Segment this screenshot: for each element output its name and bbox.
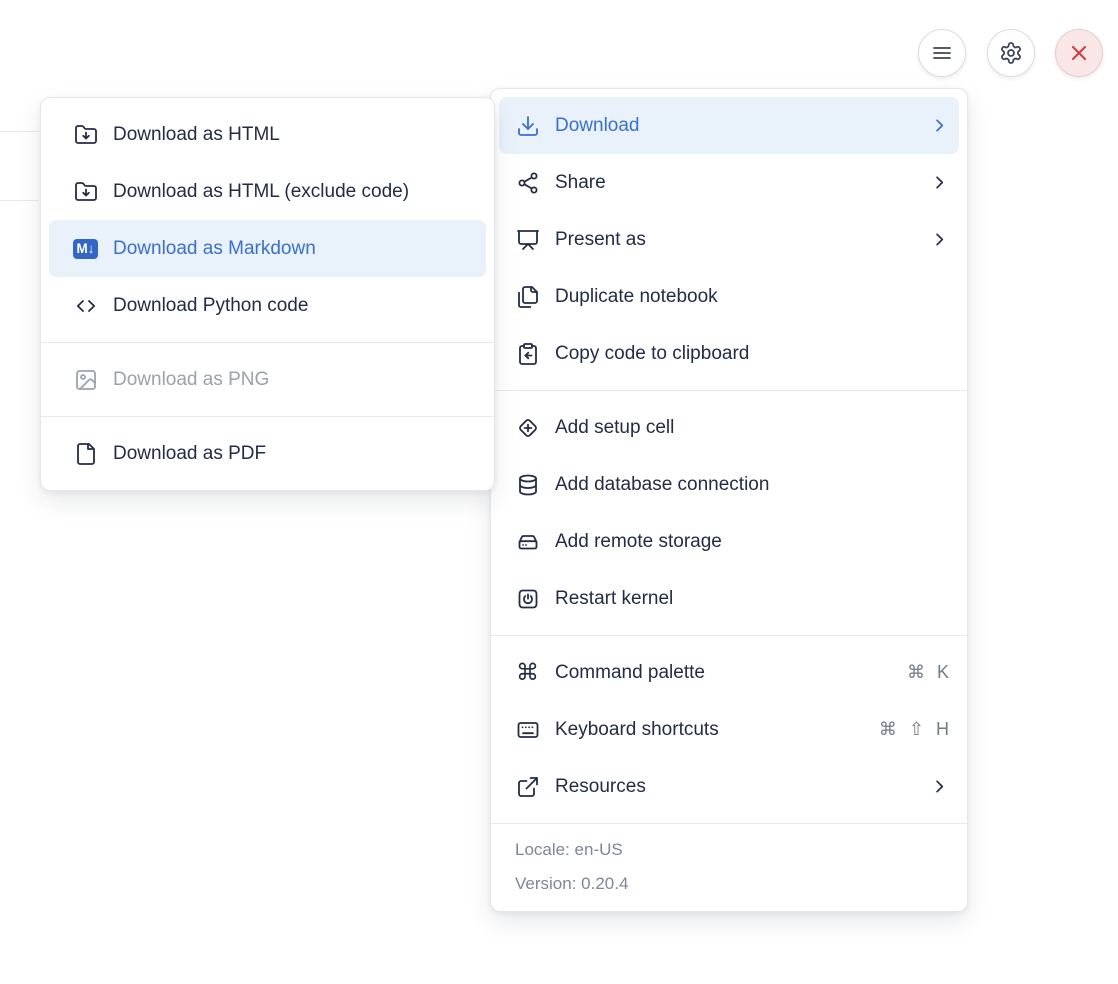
menu-item-label: Download as Markdown [113, 238, 476, 260]
keyboard-icon [515, 717, 540, 742]
menu-item-share[interactable]: Share [491, 154, 967, 211]
chevron-right-icon [930, 230, 949, 249]
hamburger-icon [930, 41, 954, 65]
shortcut-hint: ⌘ K [907, 662, 949, 683]
image-icon [73, 367, 98, 392]
menu-item-add-remote-storage[interactable]: Add remote storage [491, 513, 967, 570]
menu-item-label: Add remote storage [555, 531, 949, 553]
menu-item-label: Download as HTML (exclude code) [113, 181, 476, 203]
menu-item-label: Download as HTML [113, 124, 476, 146]
menu-item-download-python-code[interactable]: Download Python code [41, 277, 494, 334]
notebook-menu-button[interactable] [918, 29, 966, 77]
menu-item-label: Add database connection [555, 474, 949, 496]
menu-item-download-as-markdown[interactable]: M↓ Download as Markdown [49, 220, 486, 277]
notebook-actions-menu: Download Share Present as Duplicate noteboo… [490, 88, 968, 912]
menu-item-download-as-pdf[interactable]: Download as PDF [41, 425, 494, 482]
menu-item-label: Download Python code [113, 295, 476, 317]
command-icon: ⌘ [515, 660, 540, 685]
settings-button[interactable] [987, 29, 1035, 77]
hard-drive-icon [515, 529, 540, 554]
database-icon [515, 472, 540, 497]
menu-divider [41, 342, 494, 343]
menu-item-download-as-html[interactable]: Download as HTML [41, 106, 494, 163]
close-icon [1067, 41, 1091, 65]
menu-item-label: Download as PDF [113, 443, 476, 465]
menu-item-label: Duplicate notebook [555, 286, 949, 308]
menu-item-duplicate-notebook[interactable]: Duplicate notebook [491, 268, 967, 325]
markdown-badge-icon: M↓ [73, 236, 98, 261]
menu-divider [491, 635, 967, 636]
footer-version: Version: 0.20.4 [515, 867, 943, 901]
menu-item-restart-kernel[interactable]: Restart kernel [491, 570, 967, 627]
menu-item-label: Resources [555, 776, 915, 798]
menu-item-download-as-png: Download as PNG [41, 351, 494, 408]
menu-item-label: Command palette [555, 662, 892, 684]
chevron-right-icon [930, 173, 949, 192]
menu-item-present-as[interactable]: Present as [491, 211, 967, 268]
code-icon [73, 293, 98, 318]
share-icon [515, 170, 540, 195]
shutdown-button[interactable] [1055, 29, 1103, 77]
menu-item-label: Download [555, 115, 915, 137]
footer-locale: Locale: en-US [515, 833, 943, 867]
file-icon [73, 441, 98, 466]
files-icon [515, 284, 540, 309]
markdown-badge-icon: M↓ [73, 239, 98, 259]
presentation-icon [515, 227, 540, 252]
menu-item-label: Add setup cell [555, 417, 949, 439]
menu-item-label: Keyboard shortcuts [555, 719, 864, 741]
menu-item-download[interactable]: Download [499, 97, 959, 154]
clipboard-copy-icon [515, 341, 540, 366]
menu-footer: Locale: en-USVersion: 0.20.4 [491, 823, 967, 903]
command-icon: ⌘ [516, 661, 539, 684]
download-submenu: Download as HTML Download as HTML (exclud… [40, 97, 495, 491]
download-icon [515, 113, 540, 138]
menu-item-download-as-html-exclude-code[interactable]: Download as HTML (exclude code) [41, 163, 494, 220]
folder-download-icon [73, 122, 98, 147]
page-divider-line [0, 200, 39, 201]
menu-item-command-palette[interactable]: ⌘ Command palette ⌘ K [491, 644, 967, 701]
menu-divider [41, 416, 494, 417]
chevron-right-icon [930, 777, 949, 796]
page-divider-line [0, 131, 39, 132]
folder-download-icon [73, 179, 98, 204]
power-square-icon [515, 586, 540, 611]
menu-item-resources[interactable]: Resources [491, 758, 967, 815]
diamond-plus-icon [515, 415, 540, 440]
menu-item-add-database-connection[interactable]: Add database connection [491, 456, 967, 513]
menu-item-label: Present as [555, 229, 915, 251]
gear-icon [999, 41, 1023, 65]
shortcut-hint: ⌘ ⇧ H [879, 719, 949, 740]
menu-item-label: Copy code to clipboard [555, 343, 949, 365]
menu-item-label: Restart kernel [555, 588, 949, 610]
menu-item-copy-code-to-clipboard[interactable]: Copy code to clipboard [491, 325, 967, 382]
menu-item-add-setup-cell[interactable]: Add setup cell [491, 399, 967, 456]
menu-divider [491, 390, 967, 391]
chevron-right-icon [930, 116, 949, 135]
menu-item-label: Download as PNG [113, 369, 476, 391]
menu-item-label: Share [555, 172, 915, 194]
external-link-icon [515, 774, 540, 799]
menu-item-keyboard-shortcuts[interactable]: Keyboard shortcuts ⌘ ⇧ H [491, 701, 967, 758]
